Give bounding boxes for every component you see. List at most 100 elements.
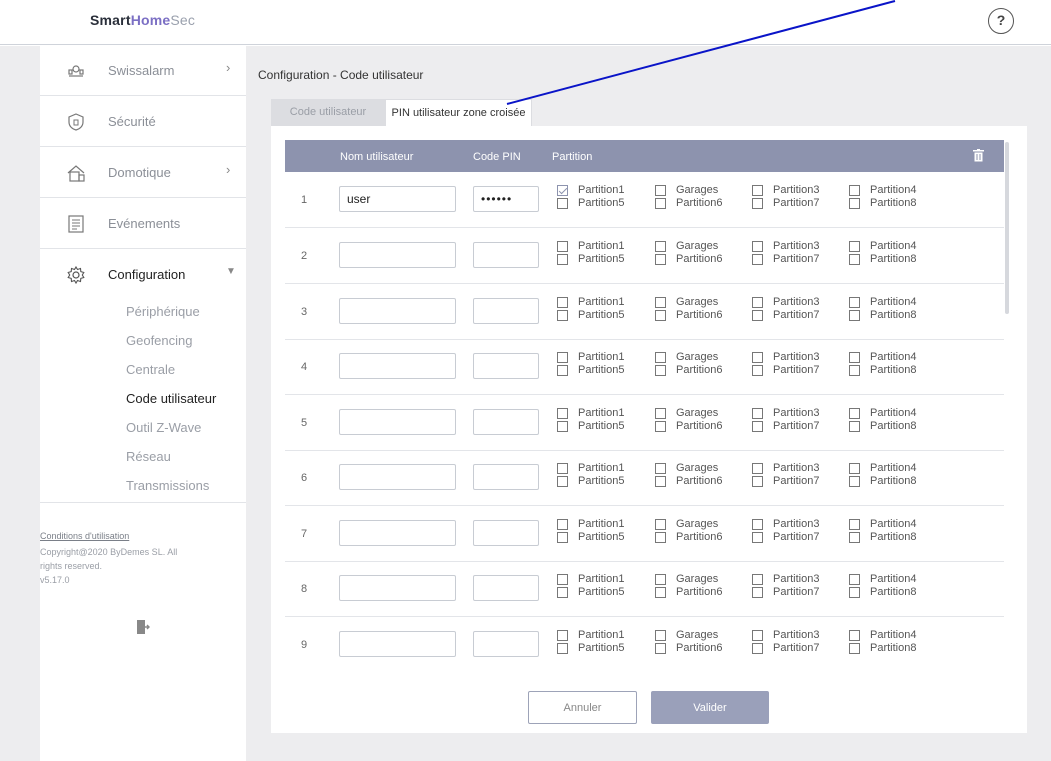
checkbox-icon[interactable] xyxy=(849,198,860,209)
checkbox-icon[interactable] xyxy=(655,254,666,265)
checkbox-icon[interactable] xyxy=(655,463,666,474)
checkbox-icon[interactable] xyxy=(557,532,568,543)
checkbox-icon[interactable] xyxy=(655,297,666,308)
checkbox-icon[interactable] xyxy=(655,476,666,487)
subnav-code-utilisateur[interactable]: Code utilisateur xyxy=(126,391,216,406)
checkbox-icon[interactable] xyxy=(557,630,568,641)
checkbox-icon[interactable] xyxy=(849,241,860,252)
checkbox-icon[interactable] xyxy=(752,352,763,363)
checkbox-icon[interactable] xyxy=(557,574,568,585)
sidebar-item-securite[interactable]: Sécurité xyxy=(40,97,246,147)
checkbox-icon[interactable] xyxy=(557,365,568,376)
sidebar-item-swissalarm[interactable]: Swissalarm › xyxy=(40,46,246,96)
pin-input[interactable] xyxy=(473,298,539,324)
username-input[interactable] xyxy=(339,464,456,490)
checkbox-icon[interactable] xyxy=(849,587,860,598)
checkbox-icon[interactable] xyxy=(752,532,763,543)
checkbox-icon[interactable] xyxy=(752,519,763,530)
subnav-peripherique[interactable]: Périphérique xyxy=(126,304,200,319)
checkbox-icon[interactable] xyxy=(655,630,666,641)
subnav-transmissions[interactable]: Transmissions xyxy=(126,478,209,493)
checkbox-icon[interactable] xyxy=(557,643,568,654)
pin-input[interactable] xyxy=(473,242,539,268)
checkbox-icon[interactable] xyxy=(557,408,568,419)
checkbox-icon[interactable] xyxy=(655,310,666,321)
checkbox-icon[interactable] xyxy=(752,587,763,598)
checkbox-icon[interactable] xyxy=(849,574,860,585)
checkbox-icon[interactable] xyxy=(849,254,860,265)
pin-input[interactable] xyxy=(473,409,539,435)
subnav-outil-zwave[interactable]: Outil Z-Wave xyxy=(126,420,201,435)
checkbox-icon[interactable] xyxy=(655,365,666,376)
username-input[interactable] xyxy=(339,575,456,601)
username-input[interactable] xyxy=(339,186,456,212)
username-input[interactable] xyxy=(339,520,456,546)
username-input[interactable] xyxy=(339,242,456,268)
pin-input[interactable] xyxy=(473,353,539,379)
checkbox-icon[interactable] xyxy=(655,185,666,196)
checkbox-icon[interactable] xyxy=(557,352,568,363)
checkbox-icon[interactable] xyxy=(849,365,860,376)
sidebar-item-domotique[interactable]: Domotique › xyxy=(40,148,246,198)
checkbox-icon[interactable] xyxy=(752,198,763,209)
checkbox-icon[interactable] xyxy=(557,310,568,321)
checkbox-icon[interactable] xyxy=(557,476,568,487)
checkbox-icon[interactable] xyxy=(557,421,568,432)
checkbox-icon[interactable] xyxy=(849,643,860,654)
username-input[interactable] xyxy=(339,298,456,324)
checkbox-icon[interactable] xyxy=(655,587,666,598)
checkbox-icon[interactable] xyxy=(752,643,763,654)
brand-logo[interactable]: SmartHomeSec xyxy=(90,12,195,28)
checkbox-icon[interactable] xyxy=(849,421,860,432)
pin-input[interactable] xyxy=(473,631,539,657)
help-icon[interactable]: ? xyxy=(988,8,1014,34)
checkbox-icon[interactable] xyxy=(655,574,666,585)
pin-input[interactable] xyxy=(473,575,539,601)
checkbox-icon[interactable] xyxy=(752,630,763,641)
terms-link[interactable]: Conditions d'utilisation xyxy=(40,531,129,541)
checkbox-icon[interactable] xyxy=(655,532,666,543)
checkbox-icon[interactable] xyxy=(557,198,568,209)
checkbox-icon[interactable] xyxy=(752,254,763,265)
checkbox-icon[interactable] xyxy=(752,297,763,308)
checkbox-icon[interactable] xyxy=(849,519,860,530)
username-input[interactable] xyxy=(339,409,456,435)
checkbox-checked-icon[interactable] xyxy=(557,185,568,196)
sidebar-item-evenements[interactable]: Evénements xyxy=(40,199,246,249)
logout-icon[interactable] xyxy=(136,619,150,635)
pin-input[interactable] xyxy=(473,464,539,490)
checkbox-icon[interactable] xyxy=(557,297,568,308)
checkbox-icon[interactable] xyxy=(752,365,763,376)
trash-icon[interactable] xyxy=(973,149,984,162)
checkbox-icon[interactable] xyxy=(752,476,763,487)
checkbox-icon[interactable] xyxy=(849,352,860,363)
checkbox-icon[interactable] xyxy=(752,241,763,252)
checkbox-icon[interactable] xyxy=(849,463,860,474)
username-input[interactable] xyxy=(339,631,456,657)
username-input[interactable] xyxy=(339,353,456,379)
checkbox-icon[interactable] xyxy=(752,421,763,432)
subnav-reseau[interactable]: Réseau xyxy=(126,449,171,464)
checkbox-icon[interactable] xyxy=(655,408,666,419)
checkbox-icon[interactable] xyxy=(655,198,666,209)
sidebar-item-configuration[interactable]: Configuration ▼ xyxy=(40,250,246,300)
checkbox-icon[interactable] xyxy=(557,241,568,252)
pin-input[interactable] xyxy=(473,520,539,546)
checkbox-icon[interactable] xyxy=(752,463,763,474)
checkbox-icon[interactable] xyxy=(849,185,860,196)
checkbox-icon[interactable] xyxy=(849,476,860,487)
submit-button[interactable]: Valider xyxy=(651,691,769,724)
tab-code-utilisateur[interactable]: Code utilisateur xyxy=(271,99,385,126)
checkbox-icon[interactable] xyxy=(849,310,860,321)
checkbox-icon[interactable] xyxy=(752,310,763,321)
checkbox-icon[interactable] xyxy=(655,643,666,654)
checkbox-icon[interactable] xyxy=(655,519,666,530)
checkbox-icon[interactable] xyxy=(752,185,763,196)
checkbox-icon[interactable] xyxy=(557,254,568,265)
checkbox-icon[interactable] xyxy=(849,408,860,419)
table-scrollbar[interactable] xyxy=(1005,142,1009,314)
checkbox-icon[interactable] xyxy=(557,519,568,530)
subnav-centrale[interactable]: Centrale xyxy=(126,362,175,377)
subnav-geofencing[interactable]: Geofencing xyxy=(126,333,193,348)
checkbox-icon[interactable] xyxy=(752,408,763,419)
